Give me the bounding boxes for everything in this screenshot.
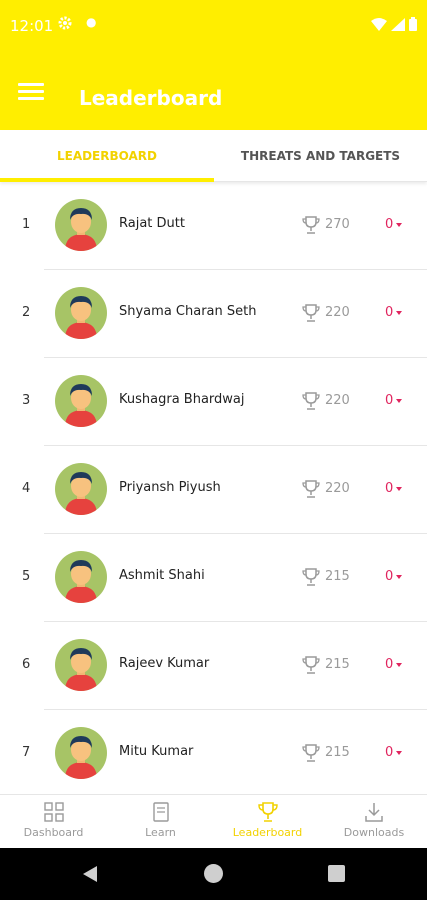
page-title: Leaderboard (79, 86, 223, 110)
system-navigation-bar (0, 848, 427, 900)
hamburger-menu-icon[interactable] (18, 83, 44, 105)
avatar (55, 551, 107, 603)
nav-label: Downloads (343, 826, 405, 839)
nav-dashboard[interactable]: Dashboard (0, 795, 107, 849)
caret-down-icon (396, 398, 403, 403)
trophy-icon (302, 215, 320, 235)
avatar (55, 727, 107, 779)
trophy-icon (302, 479, 320, 499)
caret-down-icon (396, 222, 403, 227)
settings-gear-icon (58, 16, 72, 34)
avatar (55, 639, 107, 691)
book-icon (152, 802, 169, 822)
nav-downloads[interactable]: Downloads (321, 795, 427, 849)
trophy-icon (302, 743, 320, 763)
points-value: 270 (325, 217, 350, 232)
back-icon[interactable] (82, 865, 98, 883)
rank-number: 6 (22, 657, 31, 672)
rank-change: 0 (385, 481, 403, 496)
nav-label: Leaderboard (232, 826, 303, 839)
user-name: Kushagra Bhardwaj (119, 392, 245, 407)
nav-label: Dashboard (23, 826, 84, 839)
nav-leaderboard[interactable]: Leaderboard (214, 795, 321, 849)
rank-change: 0 (385, 657, 403, 672)
rank-change: 0 (385, 305, 403, 320)
tab-leaderboard[interactable]: LEADERBOARD (0, 130, 214, 182)
rank-change: 0 (385, 569, 403, 584)
nav-label: Learn (145, 826, 176, 839)
avatar (55, 199, 107, 251)
rank-change-value: 0 (385, 745, 394, 760)
notification-dot-icon: ● (86, 15, 97, 29)
rank-number: 3 (22, 393, 31, 408)
caret-down-icon (396, 310, 403, 315)
rank-change: 0 (385, 745, 403, 760)
status-time: 12:01 (10, 17, 54, 35)
leaderboard-row[interactable]: 6 Rajeev Kumar 215 0 (0, 622, 427, 710)
app-bar: Leaderboard (0, 56, 427, 130)
points-value: 220 (325, 305, 350, 320)
rank-change: 0 (385, 217, 403, 232)
trophy-icon (302, 567, 320, 587)
nav-learn[interactable]: Learn (107, 795, 214, 849)
user-name: Priyansh Piyush (119, 480, 221, 495)
trophy-icon (302, 303, 320, 323)
status-bar: 12:01 ● (0, 0, 427, 56)
caret-down-icon (396, 486, 403, 491)
user-name: Mitu Kumar (119, 744, 194, 759)
trophy-icon (302, 655, 320, 675)
leaderboard-row[interactable]: 1 Rajat Dutt 270 0 (0, 182, 427, 270)
bottom-navigation: Dashboard Learn Leaderboard Downloads (0, 794, 427, 848)
rank-change-value: 0 (385, 657, 394, 672)
rank-change-value: 0 (385, 305, 394, 320)
rank-number: 4 (22, 481, 31, 496)
rank-change-value: 0 (385, 217, 394, 232)
caret-down-icon (396, 574, 403, 579)
rank-number: 7 (22, 745, 31, 760)
cell-signal-icon (391, 17, 405, 31)
tab-threats-and-targets[interactable]: THREATS AND TARGETS (214, 130, 427, 182)
rank-change: 0 (385, 393, 403, 408)
leaderboard-row[interactable]: 5 Ashmit Shahi 215 0 (0, 534, 427, 622)
leaderboard-row[interactable]: 2 Shyama Charan Seth 220 0 (0, 270, 427, 358)
recent-apps-icon[interactable] (328, 865, 345, 882)
leaderboard-list[interactable]: 1 Rajat Dutt 270 0 2 Shyama Charan Seth … (0, 182, 427, 794)
points-value: 220 (325, 481, 350, 496)
leaderboard-row[interactable]: 3 Kushagra Bhardwaj 220 0 (0, 358, 427, 446)
rank-change-value: 0 (385, 481, 394, 496)
download-icon (365, 803, 383, 822)
caret-down-icon (396, 750, 403, 755)
dashboard-icon (43, 802, 64, 822)
rank-change-value: 0 (385, 569, 394, 584)
leaderboard-row[interactable]: 4 Priyansh Piyush 220 0 (0, 446, 427, 534)
user-name: Shyama Charan Seth (119, 304, 257, 319)
rank-change-value: 0 (385, 393, 394, 408)
user-name: Rajeev Kumar (119, 656, 210, 671)
rank-number: 1 (22, 217, 31, 232)
home-icon[interactable] (204, 864, 223, 883)
rank-number: 5 (22, 569, 31, 584)
caret-down-icon (396, 662, 403, 667)
trophy-icon (257, 802, 278, 822)
avatar (55, 375, 107, 427)
wifi-icon (371, 17, 387, 31)
points-value: 215 (325, 745, 350, 760)
avatar (55, 287, 107, 339)
points-value: 215 (325, 657, 350, 672)
status-icons (371, 17, 417, 31)
points-value: 215 (325, 569, 350, 584)
tab-bar: LEADERBOARD THREATS AND TARGETS (0, 130, 427, 182)
avatar (55, 463, 107, 515)
trophy-icon (302, 391, 320, 411)
points-value: 220 (325, 393, 350, 408)
rank-number: 2 (22, 305, 31, 320)
leaderboard-row[interactable]: 7 Mitu Kumar 215 0 (0, 710, 427, 794)
user-name: Rajat Dutt (119, 216, 185, 231)
user-name: Ashmit Shahi (119, 568, 205, 583)
battery-icon (409, 17, 417, 31)
